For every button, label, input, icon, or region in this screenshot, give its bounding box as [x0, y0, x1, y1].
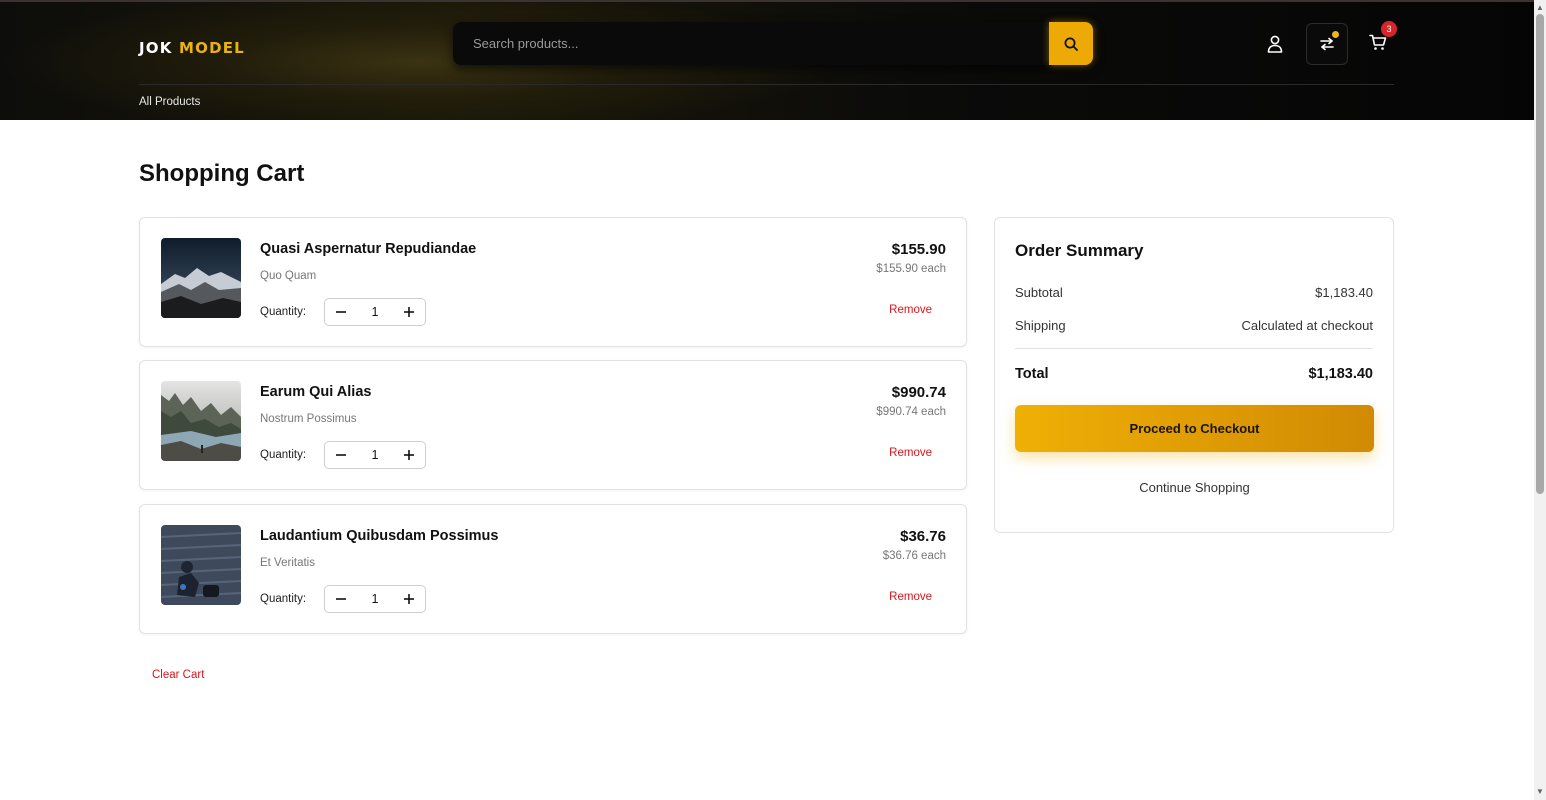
logo-text-accent: MODEL	[179, 39, 245, 57]
page-title: Shopping Cart	[139, 160, 305, 187]
search-input[interactable]	[453, 22, 1049, 65]
decrease-quantity-button[interactable]	[325, 442, 357, 468]
header-divider	[139, 84, 1394, 85]
line-total-price: $990.74	[891, 384, 946, 401]
increase-quantity-button[interactable]	[393, 442, 425, 468]
total-label: Total	[1015, 366, 1049, 382]
search-bar	[453, 22, 1094, 65]
cart-count-badge: 3	[1381, 21, 1397, 37]
shipping-label: Shipping	[1015, 318, 1066, 333]
decrease-quantity-button[interactable]	[325, 586, 357, 612]
quantity-stepper: 1	[324, 298, 426, 326]
plus-icon	[404, 307, 414, 317]
summary-title: Order Summary	[1015, 241, 1144, 260]
product-category: Quo Quam	[260, 270, 317, 282]
scroll-down-arrow-icon[interactable]: ▼	[1536, 788, 1544, 796]
river-forest-image	[161, 381, 241, 461]
user-icon	[1267, 35, 1283, 53]
nav-all-products[interactable]: All Products	[139, 96, 200, 108]
notification-dot	[1332, 31, 1339, 38]
quantity-value[interactable]: 1	[357, 442, 393, 468]
plus-icon	[404, 594, 414, 604]
increase-quantity-button[interactable]	[393, 586, 425, 612]
search-icon	[1064, 37, 1078, 51]
search-button[interactable]	[1049, 22, 1093, 65]
unit-price: $36.76 each	[882, 550, 946, 562]
continue-shopping-button[interactable]: Continue Shopping	[1015, 480, 1374, 495]
product-name[interactable]: Quasi Aspernatur Repudiandae	[260, 241, 476, 257]
scroll-up-arrow-icon[interactable]: ▲	[1536, 4, 1544, 12]
plus-icon	[404, 450, 414, 460]
unit-price: $990.74 each	[876, 406, 946, 418]
product-thumbnail[interactable]	[161, 238, 241, 318]
line-total-price: $36.76	[900, 528, 946, 545]
remove-item-button[interactable]: Remove	[889, 304, 932, 316]
shipping-value: Calculated at checkout	[1241, 318, 1373, 333]
logo[interactable]: JOK MODEL	[139, 39, 245, 57]
cart-item: Quasi Aspernatur Repudiandae Quo Quam Qu…	[139, 217, 967, 347]
logo-text-primary: JOK	[139, 39, 173, 57]
order-summary: Order Summary Subtotal $1,183.40 Shippin…	[994, 217, 1394, 533]
subtotal-label: Subtotal	[1015, 285, 1063, 300]
summary-divider	[1015, 348, 1373, 349]
quantity-label: Quantity:	[260, 593, 307, 605]
quantity-stepper: 1	[324, 441, 426, 469]
minus-icon	[336, 598, 346, 600]
compare-button[interactable]	[1306, 23, 1348, 65]
decrease-quantity-button[interactable]	[325, 299, 357, 325]
product-name[interactable]: Earum Qui Alias	[260, 384, 371, 400]
quantity-value[interactable]: 1	[357, 586, 393, 612]
cart-item: Laudantium Quibusdam Possimus Et Veritat…	[139, 504, 967, 634]
site-header: JOK MODEL Search products... 3 All Produ…	[0, 0, 1534, 120]
clear-cart-button[interactable]: Clear Cart	[152, 669, 204, 681]
total-value: $1,183.40	[1308, 366, 1373, 382]
minus-icon	[336, 311, 346, 313]
remove-item-button[interactable]: Remove	[889, 447, 932, 459]
page: JOK MODEL Search products... 3 All Produ…	[0, 0, 1546, 800]
product-category: Et Veritatis	[260, 557, 315, 569]
quantity-stepper: 1	[324, 585, 426, 613]
quantity-value[interactable]: 1	[357, 299, 393, 325]
unit-price: $155.90 each	[876, 263, 946, 275]
cart-item: Earum Qui Alias Nostrum Possimus Quantit…	[139, 360, 967, 490]
product-category: Nostrum Possimus	[260, 413, 357, 425]
remove-item-button[interactable]: Remove	[889, 591, 932, 603]
scrollbar[interactable]: ▲ ▼	[1534, 0, 1546, 800]
line-total-price: $155.90	[891, 241, 946, 258]
product-thumbnail[interactable]	[161, 381, 241, 461]
quantity-label: Quantity:	[260, 306, 307, 318]
account-button[interactable]	[1262, 30, 1288, 58]
compare-arrows-icon	[1320, 37, 1334, 51]
product-name[interactable]: Laudantium Quibusdam Possimus	[260, 528, 498, 544]
subtotal-value: $1,183.40	[1315, 285, 1373, 300]
increase-quantity-button[interactable]	[393, 299, 425, 325]
product-thumbnail[interactable]	[161, 525, 241, 605]
minus-icon	[336, 454, 346, 456]
mountain-image	[161, 238, 241, 318]
cart-button[interactable]: 3	[1364, 21, 1397, 56]
scrollbar-thumb[interactable]	[1536, 14, 1544, 494]
person-sitting-image	[161, 525, 241, 605]
proceed-to-checkout-button[interactable]: Proceed to Checkout	[1015, 405, 1374, 452]
quantity-label: Quantity:	[260, 449, 307, 461]
